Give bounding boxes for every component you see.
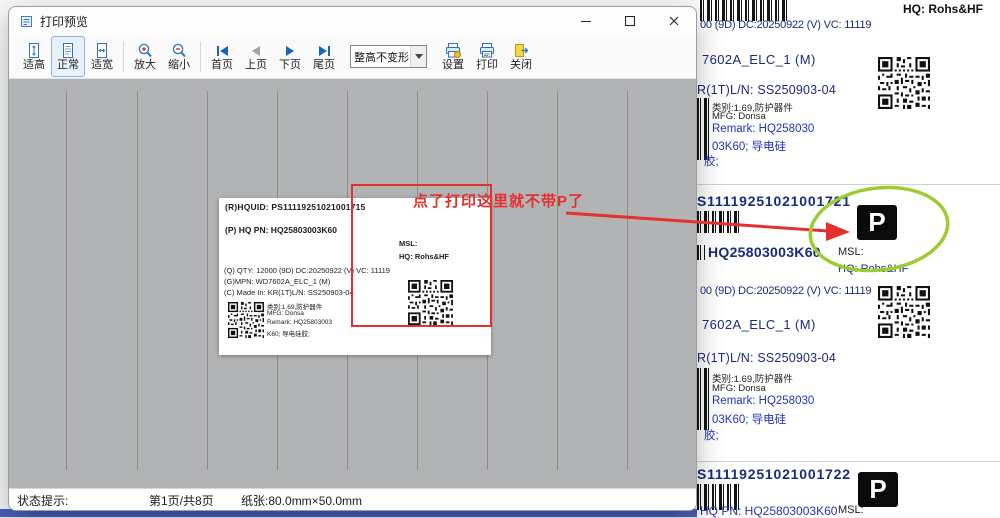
label-mfg-text: MFG: Donsa <box>712 111 766 122</box>
p-mark-logo: P <box>857 205 897 240</box>
label-dc-line: 00 (9D) DC:20250922 (V) VC: 11119 <box>700 285 871 297</box>
toolbar-fit-width-button[interactable]: 适宽 <box>85 36 119 77</box>
qr-code <box>878 286 930 338</box>
toolbar-print-button[interactable]: 打印 <box>470 36 504 77</box>
label-lot-text: R(1T)L/N: SS250903-04 <box>697 83 836 97</box>
status-hint: 状态提示: <box>17 492 68 509</box>
qr-code <box>228 302 264 338</box>
minimize-icon <box>581 16 591 26</box>
preview-hquid-text: (R)HQUID: PS11119251021001715 <box>225 202 365 212</box>
background-label-window: HQ: Rohs&HF 00 (9D) DC:20250922 (V) VC: … <box>697 0 1000 517</box>
toolbar-fit-height-button[interactable]: 适高 <box>17 36 51 77</box>
status-page-info: 第1页/共8页 <box>149 492 214 509</box>
label-pn-text: HQ PN: HQ25803003K60 <box>700 504 837 518</box>
preview-msl-text: MSL: <box>399 239 417 248</box>
label-uid-text: S11119251021001722 <box>697 466 851 482</box>
label-mfg-text: MFG: Donsa <box>712 383 766 394</box>
maximize-button[interactable] <box>608 7 652 35</box>
normal-view-icon <box>60 42 76 59</box>
label-mpn-text: 7602A_ELC_1 (M) <box>702 317 816 332</box>
label-remark-text: Remark: HQ258030 <box>712 395 814 407</box>
preview-mpn-text: (G)MPN: WD7602A_ELC_1 (M) <box>224 277 330 286</box>
scale-mode-value: 整高不变形 <box>354 49 409 65</box>
prev-page-icon <box>252 42 260 59</box>
toolbar-normal-button[interactable]: 正常 <box>51 36 85 77</box>
fold-line <box>137 91 138 470</box>
toolbar-prev-page-button[interactable]: 上页 <box>239 36 273 77</box>
preview-remark-text: Remark: HQ25803003 <box>267 319 332 326</box>
label-pn-text: HQ25803003K60 <box>708 244 821 260</box>
label-hq-text: HQ: Rohs&HF <box>838 263 908 275</box>
preview-mfg-text: MFG: Donsa <box>267 310 304 317</box>
label-remark-text: 胶; <box>704 427 719 443</box>
label-msl-text: MSL: <box>838 504 864 516</box>
maximize-icon <box>625 16 635 26</box>
next-page-icon <box>286 42 294 59</box>
print-preview-window: 打印预览 适高 正常 适宽 放大 <box>8 6 697 511</box>
toolbar: 适高 正常 适宽 放大 缩小 首页 上页 下页 <box>9 35 696 79</box>
fit-height-icon <box>26 42 42 59</box>
barcode <box>697 368 709 430</box>
chevron-down-icon <box>410 46 426 67</box>
first-page-icon <box>217 42 228 59</box>
barcode <box>697 98 709 160</box>
zoom-in-icon <box>137 42 153 59</box>
preview-qty-text: (Q) QTY: 12000 (9D) DC:20250922 (V) VC: … <box>224 266 390 275</box>
label-remark-text: 胶; <box>704 153 719 169</box>
printer-icon <box>478 42 496 59</box>
toolbar-next-page-button[interactable]: 下页 <box>273 36 307 77</box>
label-dc-line: 00 (9D) DC:20250922 (V) VC: 11119 <box>700 19 871 31</box>
toolbar-close-button[interactable]: 关闭 <box>504 36 538 77</box>
label-separator <box>697 461 1000 462</box>
title-bar[interactable]: 打印预览 <box>9 7 696 35</box>
toolbar-last-page-button[interactable]: 尾页 <box>307 36 341 77</box>
barcode <box>697 211 741 233</box>
zoom-out-icon <box>171 42 187 59</box>
barcode <box>697 245 705 260</box>
label-remark-text: Remark: HQ258030 <box>712 123 814 135</box>
printer-settings-icon <box>444 42 462 59</box>
status-paper-info: 纸张:80.0mm×50.0mm <box>241 492 362 509</box>
toolbar-settings-button[interactable]: 设置 <box>436 36 470 77</box>
qr-code <box>878 57 930 109</box>
preview-hq-text: HQ: Rohs&HF <box>399 252 449 261</box>
app-icon <box>20 15 33 28</box>
exit-icon <box>513 42 530 59</box>
toolbar-separator <box>123 42 124 72</box>
toolbar-separator <box>200 42 201 72</box>
close-button[interactable] <box>652 7 696 35</box>
preview-madein-text: (C) Made In: KR(1T)L/N: SS250903-04 <box>224 288 354 297</box>
preview-remark-text: K60; 导电硅胶; <box>267 328 310 338</box>
label-remark-text: 03K60; 导电硅 <box>712 411 786 427</box>
last-page-icon <box>319 42 330 59</box>
barcode <box>700 0 788 21</box>
close-icon <box>669 16 679 26</box>
toolbar-zoom-in-button[interactable]: 放大 <box>128 36 162 77</box>
p-mark-logo: P <box>858 472 898 507</box>
label-page-preview: (R)HQUID: PS11119251021001715 (P) HQ PN:… <box>219 198 491 355</box>
qr-code <box>408 280 453 325</box>
preview-pn-text: (P) HQ PN: HQ25803003K60 <box>225 225 337 235</box>
fold-line <box>207 91 208 470</box>
label-mpn-text: 7602A_ELC_1 (M) <box>702 52 816 67</box>
minimize-button[interactable] <box>564 7 608 35</box>
label-separator <box>697 184 1000 185</box>
label-lot-text: R(1T)L/N: SS250903-04 <box>697 351 836 365</box>
label-hq-text: HQ: Rohs&HF <box>903 2 983 16</box>
label-msl-text: MSL: <box>838 246 864 258</box>
label-remark-text: 03K60; 导电硅 <box>712 138 786 154</box>
fold-line <box>557 91 558 470</box>
toolbar-first-page-button[interactable]: 首页 <box>205 36 239 77</box>
label-uid-text: S11119251021001721 <box>697 193 851 209</box>
scale-mode-dropdown[interactable]: 整高不变形 <box>350 45 427 68</box>
fit-width-icon <box>94 42 110 59</box>
status-bar: 状态提示: 第1页/共8页 纸张:80.0mm×50.0mm <box>9 488 696 510</box>
toolbar-zoom-out-button[interactable]: 缩小 <box>162 36 196 77</box>
window-title: 打印预览 <box>40 13 88 30</box>
fold-line <box>66 91 67 470</box>
preview-canvas[interactable]: (R)HQUID: PS11119251021001715 (P) HQ PN:… <box>9 79 696 488</box>
fold-line <box>627 91 628 470</box>
